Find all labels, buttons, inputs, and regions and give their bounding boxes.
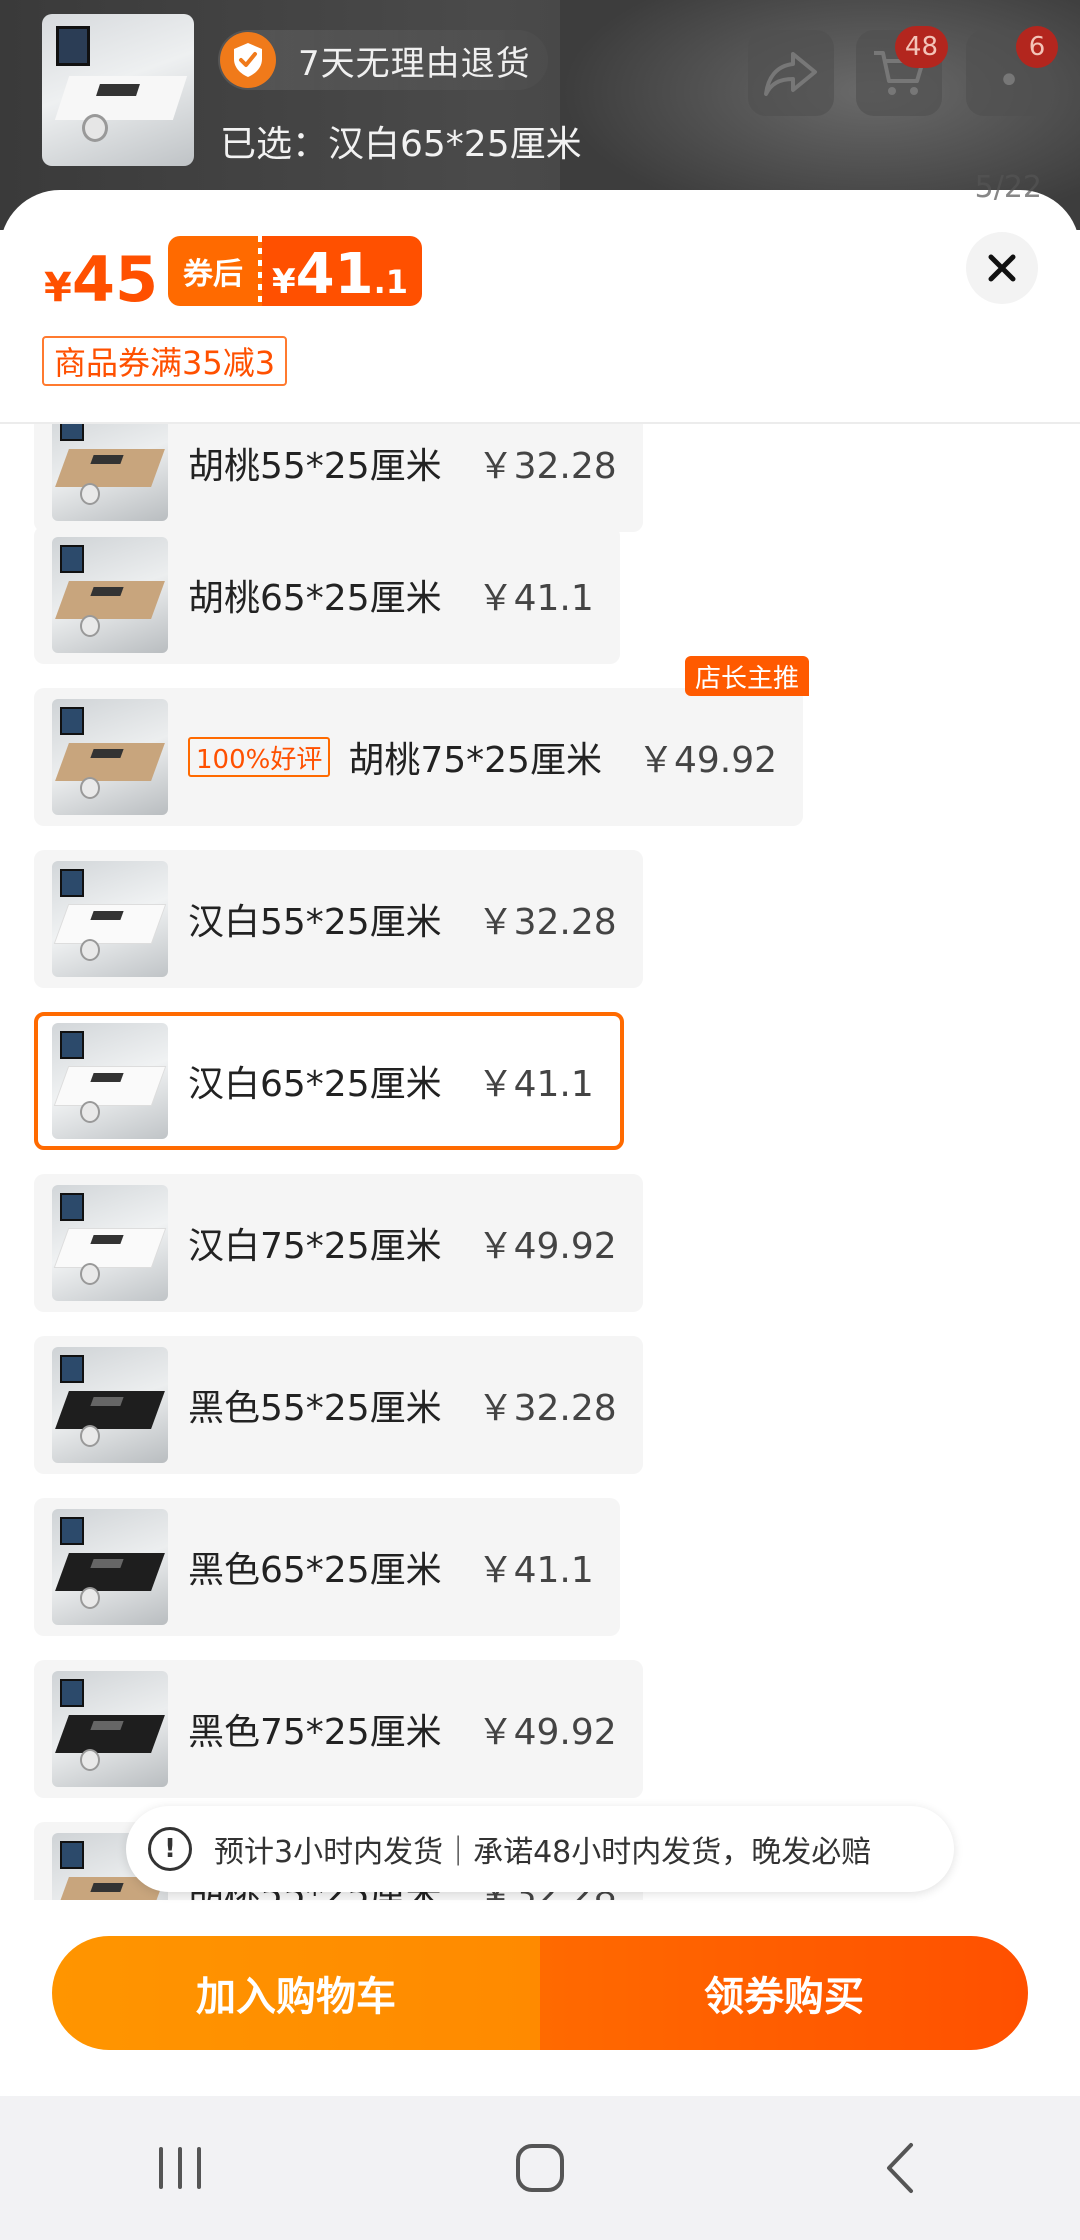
add-to-cart-button[interactable]: 加入购物车 [52,1936,540,2050]
message-count-badge: 6 [1016,26,1058,68]
sku-name: 黑色65*25厘米 [188,1550,442,1591]
shop-recommend-tag: 店长主推 [685,656,810,696]
sku-price: ￥32.28 [477,902,617,943]
sku-thumbnail [52,699,168,815]
sku-name: 胡桃65*25厘米 [188,578,442,619]
sku-name: 黑色55*25厘米 [188,1388,442,1429]
sku-thumbnail [52,537,168,653]
sku-option[interactable]: 汉白75*25厘米 ￥49.92 [34,1174,643,1312]
sku-name: 汉白65*25厘米 [188,1064,442,1105]
shipping-tip-text: 预计3小时内发货｜承诺48小时内发货，晚发必赔 [214,1835,872,1870]
close-icon [988,254,1016,282]
sku-thumbnail [52,1509,168,1625]
sku-thumbnail [52,424,168,521]
sku-price: ￥49.92 [477,1226,617,1267]
action-buttons: 加入购物车 领券购买 [52,1936,1028,2050]
recent-apps-icon [159,2147,201,2189]
image-page-indicator: 5/22 [974,170,1042,205]
sku-thumbnail [52,1185,168,1301]
shield-check-icon [220,32,276,88]
sku-thumbnail [52,1023,168,1139]
sku-option[interactable]: 黑色55*25厘米 ￥32.28 [34,1336,643,1474]
sku-name: 胡桃55*25厘米 [188,446,442,487]
home-icon [516,2144,564,2192]
sku-price: ￥41.1 [477,578,594,619]
sku-option[interactable]: 胡桃55*25厘米 ￥32.28 [34,424,643,532]
sku-thumbnail [52,861,168,977]
sku-option-selected[interactable]: 汉白65*25厘米 ￥41.1 [34,1012,624,1150]
share-icon [764,52,817,96]
original-price: ¥ 45 [44,243,159,316]
return-policy-badge: 7天无理由退货 [218,30,548,90]
buy-with-coupon-button[interactable]: 领券购买 [540,1936,1028,2050]
share-button[interactable] [748,30,834,116]
back-button[interactable] [840,2118,960,2218]
sku-name: 胡桃75*25厘米 [348,740,602,781]
sku-price: ￥32.28 [477,1388,617,1429]
more-icon: • [997,58,1021,104]
sku-name: 汉白55*25厘米 [188,902,442,943]
cart-button[interactable]: 48 [856,26,948,116]
cart-count-badge: 48 [894,26,948,68]
selected-product-thumbnail[interactable] [42,14,194,166]
sku-thumbnail [52,1347,168,1463]
review-tag: 100%好评 [188,737,331,777]
selected-sku-text: 已选：汉白65*25厘米 [220,124,582,165]
info-icon: ! [148,1827,192,1871]
sku-price: ￥41.1 [477,1550,594,1591]
after-coupon-value: ¥ 41 .1 [262,236,423,306]
system-nav-bar [0,2096,1080,2240]
sku-price: ￥49.92 [637,740,778,781]
sku-thumbnail [52,1671,168,1787]
sku-price: ￥41.1 [477,1064,594,1105]
recent-apps-button[interactable] [120,2118,240,2218]
after-coupon-price: 券后 ¥ 41 .1 [168,236,423,306]
sku-name: 汉白75*25厘米 [188,1226,442,1267]
shipping-tip: ! 预计3小时内发货｜承诺48小时内发货，晚发必赔 [126,1806,954,1892]
sku-price: ￥49.92 [477,1712,617,1753]
back-icon [887,2143,913,2193]
sku-name: 黑色75*25厘米 [188,1712,442,1753]
sku-option[interactable]: 胡桃65*25厘米 ￥41.1 [34,526,620,664]
coupon-tag[interactable]: 商品券满35减3 [42,336,288,386]
return-policy-text: 7天无理由退货 [298,43,531,84]
sku-option[interactable]: 汉白55*25厘米 ￥32.28 [34,850,643,988]
sku-price: ￥32.28 [477,446,617,487]
sku-option[interactable]: 黑色65*25厘米 ￥41.1 [34,1498,620,1636]
home-button[interactable] [480,2118,600,2218]
more-button[interactable]: • 6 [966,26,1058,116]
price-row: ¥ 45 [44,236,158,316]
coupon-label: 券后 [168,236,258,306]
close-button[interactable] [966,232,1038,304]
sku-option[interactable]: 黑色75*25厘米 ￥49.92 [34,1660,643,1798]
sku-list[interactable]: 胡桃55*25厘米 ￥32.28 胡桃65*25厘米 ￥41.1 100%好评 … [0,424,1080,1900]
sku-option[interactable]: 100%好评 胡桃75*25厘米 ￥49.92 店长主推 [34,656,810,826]
